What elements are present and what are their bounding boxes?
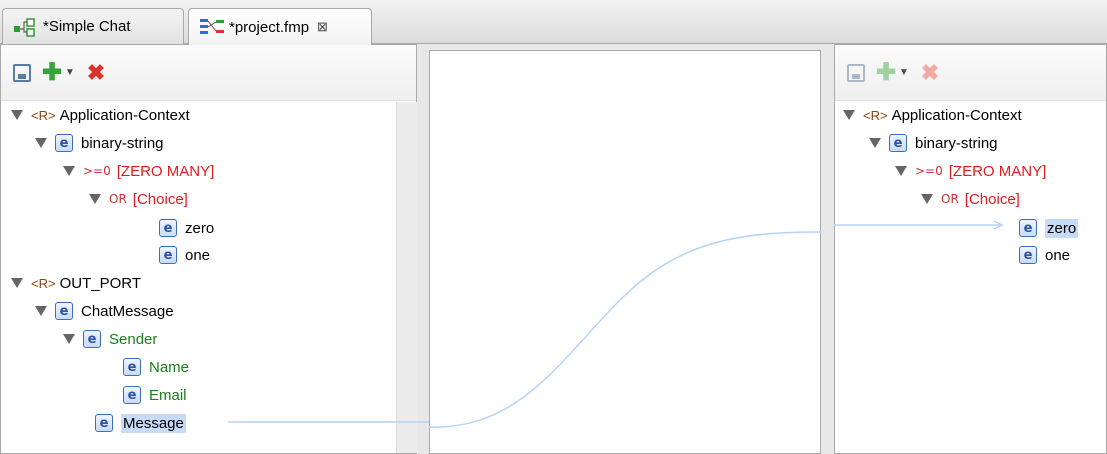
delete-icon: ✖ [920, 59, 940, 85]
delete-icon[interactable]: ✖ [85, 60, 107, 85]
cardinality-symbol: >=0 [915, 164, 943, 178]
expand-triangle-icon[interactable] [63, 334, 75, 344]
node-label: OUT_PORT [59, 274, 141, 292]
source-toolbar: ✚ ▼ ✖ [1, 45, 416, 101]
element-icon: e [83, 330, 101, 348]
tree-node-one[interactable]: e one [1019, 243, 1070, 267]
tab-label: *project.fmp [229, 18, 310, 36]
root-tag: <R> [863, 107, 888, 123]
tab-label: *Simple Chat [43, 18, 131, 35]
vertical-scrollbar[interactable] [396, 102, 417, 453]
node-label: binary-string [915, 134, 998, 152]
root-tag: <R> [31, 275, 56, 291]
mapping-icon [199, 17, 225, 37]
node-label: one [185, 246, 211, 264]
element-icon: e [1019, 219, 1037, 237]
expand-triangle-icon[interactable] [35, 306, 47, 316]
editor-tab-bar: *Simple Chat *project.fmp ⊠ [0, 0, 1107, 45]
element-icon: e [123, 386, 141, 404]
element-icon: e [95, 414, 113, 432]
tree-node-application-context[interactable]: <R> Application-Context [843, 103, 1022, 127]
node-label: [ZERO MANY] [948, 162, 1047, 180]
element-icon: e [55, 302, 73, 320]
source-tree-panel: ✚ ▼ ✖ <R> Application-Context e binary-s… [0, 44, 417, 454]
node-label: [Choice] [132, 190, 188, 208]
expand-triangle-icon[interactable] [89, 194, 101, 204]
add-icon: ✚ [875, 59, 897, 86]
element-icon: e [1019, 246, 1037, 264]
expand-triangle-icon[interactable] [35, 138, 47, 148]
node-label: [ZERO MANY] [116, 162, 215, 180]
expand-triangle-icon[interactable] [63, 166, 75, 176]
tree-node-choice[interactable]: OR [Choice] [89, 187, 188, 211]
node-label: zero [185, 219, 215, 237]
tree-node-sender[interactable]: e Sender [63, 327, 157, 351]
tree-node-email[interactable]: e Email [123, 383, 187, 407]
graph-icon [13, 17, 39, 37]
node-label: ChatMessage [81, 302, 174, 320]
add-icon[interactable]: ✚ [41, 59, 63, 86]
expand-triangle-icon[interactable] [869, 138, 881, 148]
tree-node-name[interactable]: e Name [123, 355, 189, 379]
element-icon: e [123, 358, 141, 376]
node-label: Name [149, 358, 190, 376]
element-icon: e [159, 219, 177, 237]
tree-node-zero-many[interactable]: >=0 [ZERO MANY] [895, 159, 1046, 183]
tree-node-binary-string[interactable]: e binary-string [869, 131, 998, 155]
node-label: Email [149, 386, 187, 404]
tree-node-binary-string[interactable]: e binary-string [35, 131, 164, 155]
tree-node-one[interactable]: e one [159, 243, 210, 267]
node-label: Application-Context [59, 106, 190, 124]
expand-triangle-icon[interactable] [11, 278, 23, 288]
node-label: Message [121, 413, 186, 433]
chevron-down-icon[interactable]: ▼ [65, 62, 75, 84]
root-tag: <R> [31, 107, 56, 123]
expand-triangle-icon[interactable] [11, 110, 23, 120]
or-symbol: OR [941, 192, 959, 206]
close-icon[interactable]: ⊠ [317, 19, 328, 35]
tree-node-zero[interactable]: e zero [159, 216, 214, 240]
target-tree-panel: ✚ ▼ ✖ <R> Application-Context e binary-s… [834, 44, 1107, 454]
save-icon [847, 63, 865, 82]
tree-node-message[interactable]: e Message [95, 411, 186, 435]
node-label: zero [1045, 218, 1079, 238]
target-toolbar: ✚ ▼ ✖ [835, 45, 1106, 101]
element-icon: e [55, 134, 73, 152]
tab-project-fmp[interactable]: *project.fmp ⊠ [188, 8, 372, 45]
expand-triangle-icon[interactable] [895, 166, 907, 176]
tree-node-chat-message[interactable]: e ChatMessage [35, 299, 174, 323]
node-label: Sender [109, 330, 158, 348]
element-icon: e [159, 246, 177, 264]
node-label: binary-string [81, 134, 164, 152]
save-icon[interactable] [13, 63, 31, 82]
tree-node-zero[interactable]: e zero [1019, 216, 1079, 240]
tab-simple-chat[interactable]: *Simple Chat [2, 8, 184, 44]
mapping-canvas[interactable] [429, 50, 821, 454]
node-label: [Choice] [964, 190, 1020, 208]
expand-triangle-icon[interactable] [921, 194, 933, 204]
expand-triangle-icon[interactable] [843, 110, 855, 120]
tree-node-choice[interactable]: OR [Choice] [921, 187, 1020, 211]
cardinality-symbol: >=0 [83, 164, 111, 178]
tree-node-out-port[interactable]: <R> OUT_PORT [11, 271, 141, 295]
or-symbol: OR [109, 192, 127, 206]
tree-node-zero-many[interactable]: >=0 [ZERO MANY] [63, 159, 214, 183]
chevron-down-icon: ▼ [899, 67, 909, 78]
element-icon: e [889, 134, 907, 152]
node-label: Application-Context [891, 106, 1022, 124]
tree-node-application-context[interactable]: <R> Application-Context [11, 103, 190, 127]
node-label: one [1045, 246, 1071, 264]
